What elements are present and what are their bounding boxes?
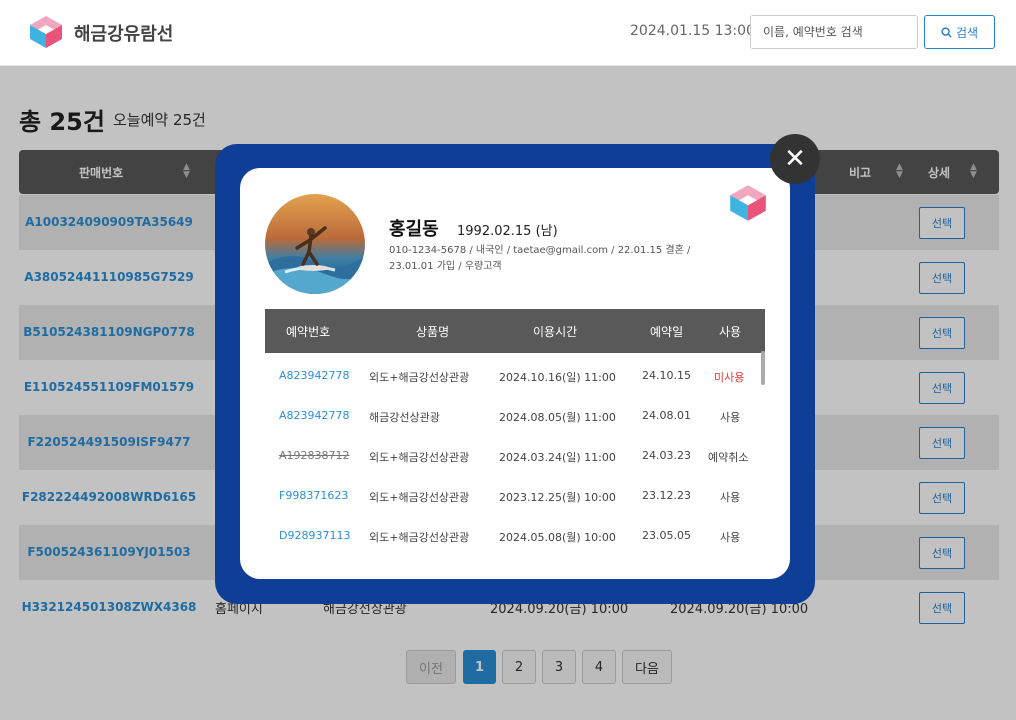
column-res-no: 예약번호 (286, 325, 331, 339)
cube-logo-icon (30, 16, 62, 48)
search-icon (941, 26, 952, 38)
search-button-label: 검색 (955, 25, 979, 40)
use-status: 예약취소 (708, 451, 749, 464)
brand-name: 해금강유람선 (74, 24, 174, 45)
reservation-row: A823942778 외도+해금강선상관광 2024.10.16(일) 11:0… (265, 356, 760, 396)
use-status: 사용 (720, 531, 741, 544)
date-cell: 23.05.05 (642, 529, 691, 542)
date-cell: 24.10.15 (642, 369, 691, 382)
reservation-no-link[interactable]: A823942778 (279, 369, 350, 382)
reservation-no-link[interactable]: F998371623 (279, 489, 348, 502)
customer-name: 홍길동 (389, 219, 439, 240)
customer-info: 010-1234-5678 / 내국인 / taetae@gmail.com /… (389, 245, 691, 256)
date-cell: 23.12.23 (642, 489, 691, 502)
reservation-table-header: 예약번호 상품명 이용시간 예약일 사용 (265, 309, 765, 353)
cube-logo-icon (730, 185, 766, 221)
use-status: 사용 (720, 411, 741, 424)
product-cell: 외도+해금강선상관광 (369, 491, 470, 504)
time-cell: 2024.05.08(월) 10:00 (499, 531, 616, 544)
search-button[interactable]: 검색 (924, 15, 995, 49)
modal-scrollbar[interactable] (761, 351, 765, 385)
customer-info: 23.01.01 가입 / 우량고객 (389, 261, 502, 272)
date-cell: 24.08.01 (642, 409, 691, 422)
time-cell: 2024.03.24(일) 11:00 (499, 451, 616, 464)
search-input[interactable] (750, 15, 918, 49)
product-cell: 외도+해금강선상관광 (369, 531, 470, 544)
app-header: 해금강유람선 2024.01.15 13:00 검색 (0, 0, 1016, 66)
time-cell: 2023.12.25(월) 10:00 (499, 491, 616, 504)
column-product: 상품명 (416, 325, 450, 339)
reservation-row: D928937113 외도+해금강선상관광 2024.05.08(월) 10:0… (265, 516, 760, 556)
time-cell: 2024.08.05(월) 11:00 (499, 411, 616, 424)
current-datetime: 2024.01.15 13:00 (630, 23, 755, 39)
reservation-no-link[interactable]: A192838712 (279, 449, 350, 462)
column-time: 이용시간 (533, 325, 578, 339)
reservation-row: A823942778 해금강선상관광 2024.08.05(월) 11:00 2… (265, 396, 760, 436)
time-cell: 2024.10.16(일) 11:00 (499, 371, 616, 384)
use-status: 사용 (720, 491, 741, 504)
product-cell: 외도+해금강선상관광 (369, 371, 470, 384)
reservation-no-link[interactable]: D928937113 (279, 529, 350, 542)
close-icon[interactable]: ✕ (770, 134, 820, 184)
product-cell: 외도+해금강선상관광 (369, 451, 470, 464)
customer-birth: 1992.02.15 (남) (457, 224, 558, 239)
date-cell: 24.03.23 (642, 449, 691, 462)
avatar (265, 194, 365, 294)
reservation-row: F998371623 외도+해금강선상관광 2023.12.25(월) 10:0… (265, 476, 760, 516)
column-date: 예약일 (650, 325, 684, 339)
product-cell: 해금강선상관광 (369, 411, 440, 424)
reservation-no-link[interactable]: A823942778 (279, 409, 350, 422)
use-status: 미사용 (714, 371, 745, 384)
column-use: 사용 (719, 325, 742, 339)
reservation-row: A192838712 외도+해금강선상관광 2024.03.24(일) 11:0… (265, 436, 760, 476)
